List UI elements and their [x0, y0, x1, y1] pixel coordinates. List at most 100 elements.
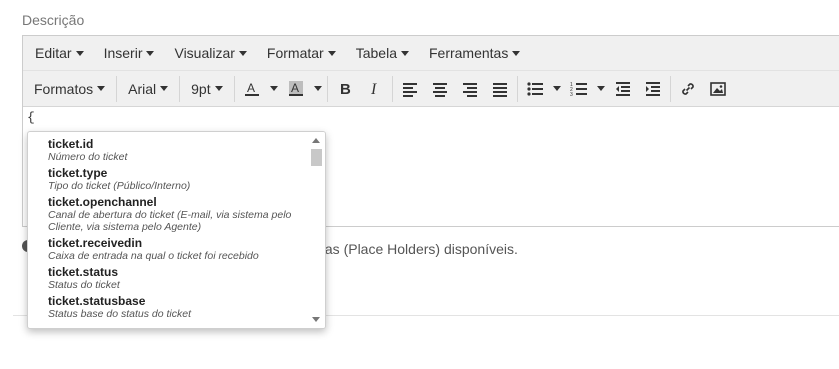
- item-title: ticket.status: [48, 265, 119, 279]
- menu-label: Inserir: [103, 45, 143, 61]
- item-title: ticket.type: [48, 166, 108, 180]
- bold-button[interactable]: B: [330, 75, 360, 103]
- menu-editar[interactable]: Editar: [25, 36, 94, 70]
- menu-visualizar[interactable]: Visualizar: [164, 36, 256, 70]
- formats-label: Formatos: [34, 80, 94, 97]
- font-size-dropdown[interactable]: 9pt: [182, 71, 231, 106]
- autocomplete-list: ticket.id Número do ticket ticket.type T…: [28, 132, 309, 328]
- chevron-down-icon: [552, 86, 561, 91]
- toolbar: Formatos Arial 9pt A A B I 1 2 3: [23, 71, 839, 107]
- menubar: Editar Inserir Visualizar Formatar Tabel…: [23, 36, 839, 71]
- toolbar-separator: [233, 75, 235, 102]
- link-icon: [681, 82, 694, 95]
- item-title: ticket.statusbase: [48, 294, 146, 308]
- align-right-button[interactable]: [455, 75, 485, 103]
- list-item[interactable]: ticket.type Tipo do ticket (Público/Inte…: [28, 166, 309, 193]
- scrollbar-thumb[interactable]: [311, 149, 322, 166]
- placeholder-autocomplete[interactable]: ticket.id Número do ticket ticket.type T…: [27, 131, 326, 329]
- item-title: ticket.openchannel: [48, 195, 157, 209]
- chevron-down-icon: [214, 86, 223, 91]
- chevron-down-icon: [512, 50, 521, 56]
- item-description: Canal de abertura do ticket (E-mail, via…: [48, 209, 292, 233]
- background-color-dropdown[interactable]: [311, 75, 325, 103]
- align-right-icon: [462, 82, 477, 97]
- menu-tabela[interactable]: Tabela: [346, 36, 419, 70]
- scroll-down-icon[interactable]: [312, 317, 320, 322]
- text-color-icon: A: [244, 81, 259, 96]
- image-icon: [709, 81, 726, 96]
- item-description: Status do ticket: [48, 279, 120, 291]
- svg-text:A: A: [247, 81, 255, 95]
- text-color-button[interactable]: A: [237, 75, 267, 103]
- font-label: Arial: [128, 80, 157, 97]
- text-color-dropdown[interactable]: [267, 75, 281, 103]
- editor-text: {: [27, 110, 35, 125]
- formats-dropdown[interactable]: Formatos: [25, 71, 114, 106]
- chevron-down-icon: [238, 50, 247, 56]
- align-left-icon: [402, 82, 417, 97]
- insert-image-button[interactable]: [703, 75, 733, 103]
- item-description: Status base do status do ticket: [48, 308, 192, 320]
- menu-inserir[interactable]: Inserir: [94, 36, 165, 70]
- insert-link-button[interactable]: [673, 75, 703, 103]
- svg-text:I: I: [370, 81, 377, 98]
- toolbar-separator: [326, 75, 328, 102]
- numbered-list-dropdown[interactable]: [594, 75, 608, 103]
- background-color-icon: A: [288, 80, 303, 96]
- list-item[interactable]: ticket.id Número do ticket: [28, 137, 309, 164]
- item-title: ticket.id: [48, 137, 94, 151]
- item-title: ticket.receivedin: [48, 236, 143, 250]
- list-item[interactable]: ticket.statusbase Status base do status …: [28, 294, 309, 321]
- background-color-button[interactable]: A: [281, 75, 311, 103]
- chevron-down-icon: [400, 50, 409, 56]
- svg-text:A: A: [291, 81, 299, 95]
- toolbar-separator: [391, 75, 393, 102]
- bold-icon: B: [340, 81, 351, 98]
- list-item[interactable]: ticket.status Status do ticket: [28, 265, 309, 292]
- list-item[interactable]: ticket.receivedin Caixa de entrada na qu…: [28, 236, 309, 263]
- field-label: Descrição: [22, 12, 85, 28]
- menu-label: Tabela: [355, 45, 397, 61]
- chevron-down-icon: [596, 86, 605, 91]
- numbered-list-button[interactable]: 1 2 3: [564, 75, 594, 103]
- indent-button[interactable]: [638, 75, 668, 103]
- chevron-down-icon: [75, 50, 84, 56]
- align-justify-button[interactable]: [485, 75, 515, 103]
- menu-formatar[interactable]: Formatar: [257, 36, 346, 70]
- italic-icon: I: [370, 81, 377, 98]
- align-center-icon: [432, 82, 447, 97]
- bullet-list-dropdown[interactable]: [550, 75, 564, 103]
- list-item[interactable]: ticket.openchannel Canal de abertura do …: [28, 195, 309, 234]
- align-justify-icon: [492, 82, 507, 97]
- help-text: nicas (Place Holders) disponíveis.: [307, 241, 518, 257]
- font-family-dropdown[interactable]: Arial: [119, 71, 177, 106]
- outdent-button[interactable]: [608, 75, 638, 103]
- menu-label: Formatar: [266, 45, 324, 61]
- toolbar-separator: [516, 75, 518, 102]
- italic-button[interactable]: I: [360, 75, 390, 103]
- toolbar-separator: [669, 75, 671, 102]
- chevron-down-icon: [160, 86, 169, 91]
- svg-text:3: 3: [570, 92, 573, 98]
- menu-ferramentas[interactable]: Ferramentas: [419, 36, 530, 70]
- scroll-up-icon[interactable]: [312, 138, 320, 143]
- align-left-button[interactable]: [395, 75, 425, 103]
- outdent-icon: [615, 81, 630, 96]
- chevron-down-icon: [269, 86, 278, 91]
- chevron-down-icon: [146, 50, 155, 56]
- chevron-down-icon: [327, 50, 336, 56]
- numbered-list-icon: 1 2 3: [570, 82, 587, 98]
- size-label: 9pt: [191, 80, 211, 97]
- menu-label: Ferramentas: [428, 45, 509, 61]
- menu-label: Visualizar: [174, 45, 235, 61]
- align-center-button[interactable]: [425, 75, 455, 103]
- item-description: Caixa de entrada na qual o ticket foi re…: [48, 250, 259, 262]
- chevron-down-icon: [313, 86, 322, 91]
- svg-text:B: B: [340, 81, 351, 98]
- bullet-list-button[interactable]: [520, 75, 550, 103]
- indent-icon: [645, 81, 660, 96]
- toolbar-separator: [116, 75, 118, 102]
- bullet-list-icon: [527, 81, 543, 96]
- scrollbar[interactable]: [309, 132, 325, 328]
- item-description: Tipo do ticket (Público/Interno): [48, 180, 191, 192]
